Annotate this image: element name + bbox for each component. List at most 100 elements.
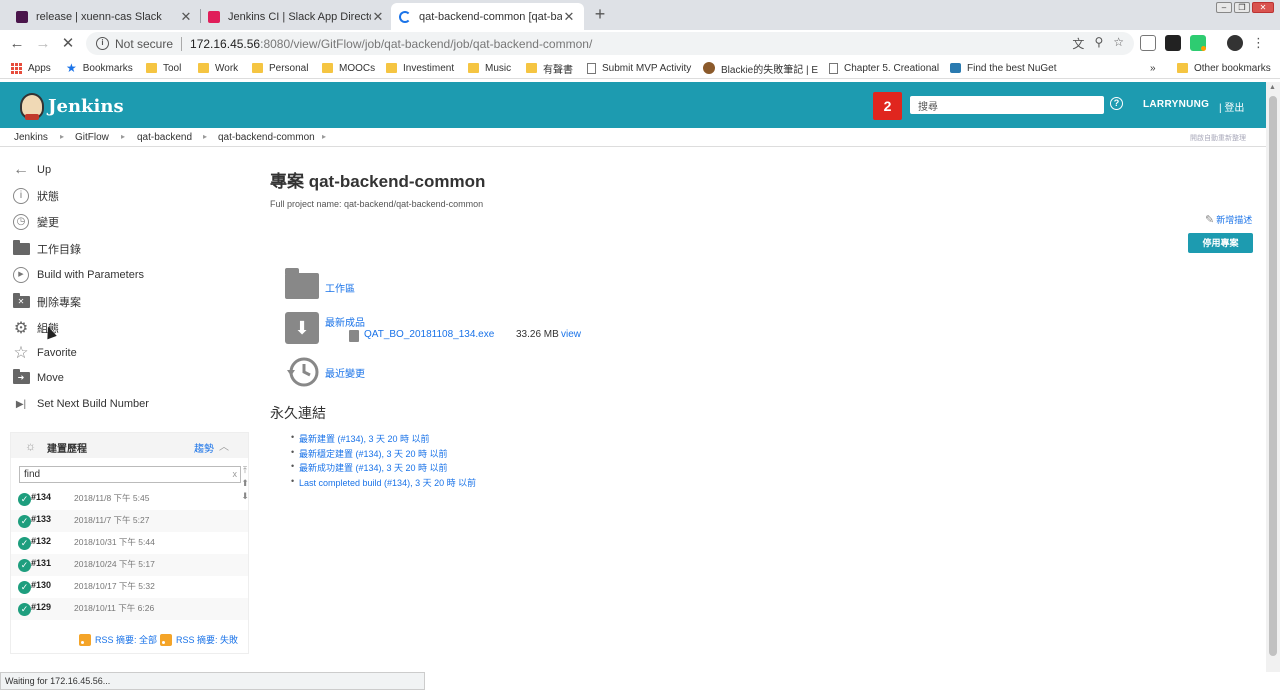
breadcrumb-item[interactable]: Jenkins bbox=[14, 132, 48, 143]
zoom-icon[interactable]: ⚲ bbox=[1094, 35, 1103, 52]
build-row[interactable]: ✓ #130 2018/10/17 下午 5:32 bbox=[11, 576, 248, 598]
build-date[interactable]: 2018/10/24 下午 5:17 bbox=[74, 558, 155, 570]
bookmarks-overflow-button[interactable]: » bbox=[1150, 61, 1156, 75]
collapse-icon[interactable]: ︿ bbox=[219, 438, 229, 453]
bookmark-apps[interactable]: Apps bbox=[11, 61, 51, 75]
user-link[interactable]: LARRYNUNG bbox=[1143, 99, 1209, 110]
breadcrumb-arrow-icon[interactable]: ▸ bbox=[322, 132, 326, 141]
auto-refresh-link[interactable]: 開啟自動重新整理 bbox=[1190, 133, 1246, 143]
breadcrumb-item[interactable]: qat-backend-common bbox=[218, 132, 315, 143]
task-delete-project[interactable]: ✕ 刪除專案 bbox=[12, 292, 81, 312]
permalink-last-completed-build[interactable]: Last completed build (#134), 3 天 20 時 以前 bbox=[291, 476, 476, 491]
task-move[interactable]: ➜ Move bbox=[12, 368, 64, 388]
permalink-last-successful-build[interactable]: 最新成功建置 (#134), 3 天 20 時 以前 bbox=[291, 461, 476, 476]
build-filter-input[interactable]: find x bbox=[19, 466, 241, 483]
task-favorite[interactable]: ☆ Favorite bbox=[12, 343, 76, 363]
close-tab-icon[interactable]: ✕ bbox=[562, 9, 576, 25]
bookmark-nuget[interactable]: Find the best NuGet bbox=[950, 61, 1057, 75]
minimize-button[interactable]: – bbox=[1216, 2, 1232, 13]
browser-tab-jenkins-job[interactable]: qat-backend-common [qat-back ✕ bbox=[391, 3, 584, 30]
build-date[interactable]: 2018/11/8 下午 5:45 bbox=[74, 492, 149, 504]
bookmark-folder-music[interactable]: Music bbox=[468, 61, 511, 75]
artifact-file-link[interactable]: QAT_BO_20181108_134.exe bbox=[364, 329, 494, 340]
bookmark-other[interactable]: Other bookmarks bbox=[1177, 61, 1271, 75]
workspace-folder-icon[interactable] bbox=[285, 268, 319, 299]
notification-badge[interactable]: 2 bbox=[873, 92, 902, 120]
trend-link[interactable]: 趨勢 bbox=[194, 440, 214, 455]
task-build-with-parameters[interactable]: ▶ Build with Parameters bbox=[12, 265, 144, 285]
rss-failed-link[interactable]: RSS 摘要: 失敗 bbox=[160, 633, 238, 646]
build-row[interactable]: ✓ #133 2018/11/7 下午 5:27 bbox=[11, 510, 248, 532]
permalink-last-stable-build[interactable]: 最新穩定建置 (#134), 3 天 20 時 以前 bbox=[291, 447, 476, 462]
back-button[interactable]: ← bbox=[7, 34, 27, 54]
build-date[interactable]: 2018/10/31 下午 5:44 bbox=[74, 536, 155, 548]
bookmark-star-icon[interactable]: ☆ bbox=[1113, 35, 1124, 52]
task-workspace[interactable]: 工作目錄 bbox=[12, 239, 81, 259]
clear-filter-icon[interactable]: x bbox=[233, 469, 238, 479]
page-top-icon[interactable]: ⤒ bbox=[240, 464, 250, 477]
breadcrumb-item[interactable]: qat-backend bbox=[137, 132, 192, 143]
build-number-link[interactable]: #132 bbox=[31, 536, 51, 546]
build-row[interactable]: ✓ #131 2018/10/24 下午 5:17 bbox=[11, 554, 248, 576]
build-number-link[interactable]: #130 bbox=[31, 580, 51, 590]
breadcrumb-item[interactable]: GitFlow bbox=[75, 132, 109, 143]
bookmark-folder-moocs[interactable]: MOOCs bbox=[322, 61, 375, 75]
close-tab-icon[interactable]: ✕ bbox=[371, 9, 385, 25]
build-row[interactable]: ✓ #132 2018/10/31 下午 5:44 bbox=[11, 532, 248, 554]
build-date[interactable]: 2018/11/7 下午 5:27 bbox=[74, 514, 149, 526]
info-icon[interactable]: i bbox=[96, 37, 109, 50]
artifact-view-link[interactable]: view bbox=[561, 329, 581, 340]
close-window-button[interactable]: ✕ bbox=[1252, 2, 1274, 13]
jenkins-home-link[interactable]: Jenkins bbox=[20, 93, 124, 120]
build-date[interactable]: 2018/10/17 下午 5:32 bbox=[74, 580, 155, 592]
permalink-last-build[interactable]: 最新建置 (#134), 3 天 20 時 以前 bbox=[291, 432, 476, 447]
bookmark-folder-personal[interactable]: Personal bbox=[252, 61, 308, 75]
breadcrumb-arrow-icon[interactable]: ▸ bbox=[203, 132, 207, 141]
profile-avatar[interactable] bbox=[1227, 35, 1243, 51]
task-status[interactable]: i 狀態 bbox=[12, 186, 59, 206]
workspace-link[interactable]: 工作區 bbox=[325, 280, 355, 295]
address-bar[interactable]: i Not secure 172.16.45.56 :8080/view/Git… bbox=[86, 32, 1134, 55]
vertical-scrollbar[interactable]: ▲ bbox=[1266, 82, 1280, 672]
breadcrumb-arrow-icon[interactable]: ▸ bbox=[121, 132, 125, 141]
task-changes[interactable]: ◷ 變更 bbox=[12, 212, 59, 232]
scrollbar-thumb[interactable] bbox=[1269, 96, 1277, 656]
translate-icon[interactable]: 文 bbox=[1072, 35, 1084, 52]
bookmark-bookmarks[interactable]: ★ Bookmarks bbox=[66, 61, 133, 75]
build-number-link[interactable]: #131 bbox=[31, 558, 51, 568]
browser-tab-slack-jenkins[interactable]: Jenkins CI | Slack App Directory ✕ bbox=[200, 3, 393, 30]
disable-project-button[interactable]: 停用專案 bbox=[1188, 233, 1253, 253]
build-number-link[interactable]: #129 bbox=[31, 602, 51, 612]
build-row[interactable]: ✓ #129 2018/10/11 下午 6:26 bbox=[11, 598, 248, 620]
bookmark-submit-mvp[interactable]: Submit MVP Activity bbox=[587, 61, 691, 75]
rss-all-link[interactable]: RSS 摘要: 全部 bbox=[79, 633, 157, 646]
chrome-menu-icon[interactable]: ⋮ bbox=[1252, 35, 1265, 51]
bookmark-chapter5[interactable]: Chapter 5. Creational bbox=[829, 61, 939, 75]
extension-play-icon[interactable] bbox=[1165, 35, 1181, 51]
browser-tab-slack-release[interactable]: release | xuenn-cas Slack ✕ bbox=[8, 3, 201, 30]
recent-changes-link[interactable]: 最近變更 bbox=[325, 365, 365, 380]
breadcrumb-arrow-icon[interactable]: ▸ bbox=[60, 132, 64, 141]
bookmark-blackie[interactable]: Blackie的失敗筆記 | E bbox=[703, 61, 818, 76]
restore-button[interactable]: ❐ bbox=[1234, 2, 1250, 13]
task-set-next-build-number[interactable]: ▶| Set Next Build Number bbox=[12, 394, 149, 414]
extension-copy-icon[interactable] bbox=[1140, 35, 1156, 51]
last-artifacts-link[interactable]: 最新成品 bbox=[325, 314, 365, 329]
task-up[interactable]: ← Up bbox=[12, 160, 51, 180]
build-number-link[interactable]: #133 bbox=[31, 514, 51, 524]
add-description-link[interactable]: ✎ 新增描述 bbox=[1205, 213, 1252, 226]
logout-link[interactable]: | 登出 bbox=[1219, 99, 1244, 114]
bookmark-folder-audiobooks[interactable]: 有聲書 bbox=[526, 61, 573, 76]
forward-button[interactable]: → bbox=[33, 34, 53, 54]
bookmark-folder-investiment[interactable]: Investiment bbox=[386, 61, 454, 75]
bookmark-folder-tool[interactable]: Tool bbox=[146, 61, 181, 75]
page-up-icon[interactable]: ⬆ bbox=[240, 477, 250, 490]
scroll-up-icon[interactable]: ▲ bbox=[1269, 84, 1276, 91]
new-tab-button[interactable]: + bbox=[590, 4, 610, 25]
build-row[interactable]: ✓ #134 2018/11/8 下午 5:45 bbox=[11, 488, 248, 510]
build-number-link[interactable]: #134 bbox=[31, 492, 51, 502]
close-tab-icon[interactable]: ✕ bbox=[179, 9, 193, 25]
search-input[interactable]: 搜尋 bbox=[910, 96, 1104, 114]
build-date[interactable]: 2018/10/11 下午 6:26 bbox=[74, 602, 154, 614]
help-icon[interactable]: ? bbox=[1110, 97, 1123, 110]
